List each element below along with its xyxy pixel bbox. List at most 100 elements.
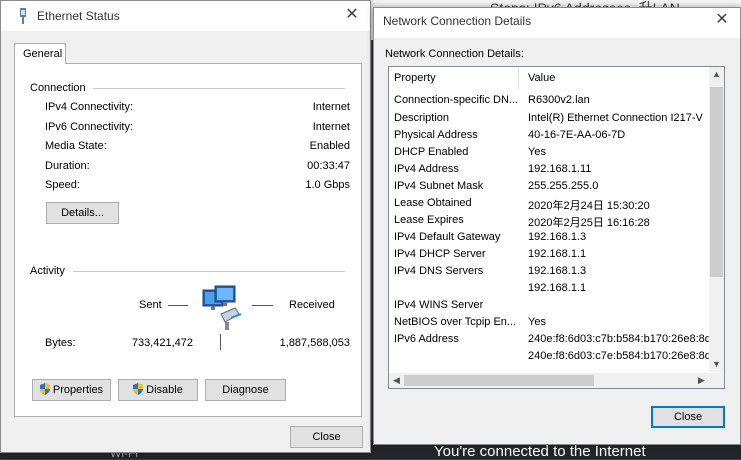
property-cell: Description — [394, 112, 450, 124]
uac-shield-icon — [39, 383, 50, 395]
value-cell: 40-16-7E-AA-06-7D — [528, 129, 626, 141]
group-divider — [73, 271, 345, 272]
table-row[interactable]: Description Intel(R) Ethernet Connection … — [389, 112, 709, 129]
tab-label: General — [23, 48, 63, 60]
property-cell: IPv4 DHCP Server — [394, 248, 486, 260]
bytes-sent-value: 733,421,472 — [131, 337, 193, 349]
bytes-divider — [220, 334, 221, 350]
table-row[interactable]: IPv4 Subnet Mask 255.255.255.0 — [389, 180, 709, 197]
received-label: Received — [289, 299, 335, 311]
window-title: Ethernet Status — [37, 9, 120, 23]
table-row[interactable]: 192.168.1.1 — [389, 282, 709, 299]
table-row[interactable]: Lease Obtained 2020年2月24日 15:30:20 — [389, 197, 709, 214]
value-cell: 2020年2月25日 16:16:28 — [528, 217, 650, 229]
value-cell: 192.168.1.3 — [528, 231, 587, 243]
property-cell: NetBIOS over Tcpip En... — [394, 316, 517, 328]
table-row[interactable]: IPv4 Default Gateway 192.168.1.3 — [389, 231, 709, 248]
ipv6-connectivity-value: Internet — [312, 121, 350, 133]
bytes-label: Bytes: — [45, 337, 76, 349]
property-cell: IPv4 Subnet Mask — [394, 180, 484, 192]
property-cell: Connection-specific DN... — [394, 94, 519, 106]
property-cell: DHCP Enabled — [394, 146, 469, 158]
property-cell: Lease Expires — [394, 214, 464, 226]
property-cell: IPv4 DNS Servers — [394, 265, 484, 277]
property-cell: IPv4 Default Gateway — [394, 231, 501, 243]
value-cell: 255.255.255.0 — [528, 180, 599, 192]
ipv4-connectivity-value: Internet — [312, 101, 350, 113]
speed-value: 1.0 Gbps — [305, 179, 350, 191]
close-button[interactable]: Close — [290, 426, 363, 448]
property-cell: IPv4 WINS Server — [394, 299, 484, 311]
table-row[interactable]: Connection-specific DN... R6300v2.lan — [389, 94, 709, 111]
table-row[interactable]: IPv6 Address 240e:f8:6d03:c7b:b584:b170:2… — [389, 333, 709, 350]
value-cell: 2020年2月24日 15:30:20 — [528, 200, 650, 212]
property-cell: IPv4 Address — [394, 163, 459, 175]
value-cell: 192.168.1.3 — [528, 265, 587, 277]
duration-value: 00:33:47 — [307, 160, 350, 172]
sent-line — [168, 305, 188, 306]
table-row[interactable]: DHCP Enabled Yes — [389, 146, 709, 163]
column-header-value[interactable]: Value — [524, 67, 708, 89]
network-computers-icon — [202, 285, 242, 330]
close-button[interactable]: Close — [651, 406, 725, 428]
table-row[interactable]: NetBIOS over Tcpip En... Yes — [389, 316, 709, 333]
speed-label: Speed: — [45, 179, 80, 191]
value-cell: 240e:f8:6d03:c7b:b584:b170:26e8:8d — [528, 333, 709, 345]
diagnose-button[interactable]: Diagnose — [205, 379, 286, 401]
properties-button[interactable]: Properties — [32, 379, 111, 401]
table-row[interactable]: IPv4 WINS Server — [389, 299, 709, 316]
table-row[interactable]: Physical Address 40-16-7E-AA-06-7D — [389, 129, 709, 146]
horizontal-scroll-thumb[interactable] — [404, 375, 594, 386]
table-row[interactable]: Lease Expires 2020年2月25日 16:16:28 — [389, 214, 709, 231]
ipv4-connectivity-label: IPv4 Connectivity: — [45, 101, 134, 113]
properties-button-label: Properties — [52, 384, 104, 396]
value-cell: Yes — [528, 146, 546, 158]
network-connection-details-window: Network Connection Details ✕ Network Con… — [373, 7, 741, 445]
connection-group-label: Connection — [30, 82, 86, 94]
value-cell: R6300v2.lan — [528, 94, 590, 106]
table-row[interactable]: IPv4 DNS Servers 192.168.1.3 — [389, 265, 709, 282]
value-cell: 192.168.1.1 — [528, 248, 587, 260]
connected-status-text: You're connected to the Internet — [434, 443, 646, 460]
general-tab-panel: Connection IPv4 Connectivity: Internet I… — [14, 63, 362, 417]
column-header-property[interactable]: Property — [389, 67, 519, 89]
scroll-corner — [709, 373, 724, 388]
vertical-scrollbar[interactable]: ▲ ▼ — [709, 67, 724, 372]
table-row[interactable]: IPv4 DHCP Server 192.168.1.1 — [389, 248, 709, 265]
sent-label: Sent — [139, 299, 162, 311]
close-icon[interactable]: ✕ — [714, 11, 730, 29]
title-bar[interactable]: Ethernet Status ✕ — [1, 1, 370, 31]
value-cell: 240e:f8:6d03:c7e:b584:b170:26e8:8d — [528, 350, 709, 362]
value-cell: Yes — [528, 316, 546, 328]
scroll-down-icon[interactable]: ▼ — [709, 357, 724, 372]
table-row[interactable]: 240e:f8:6d03:c7e:b584:b170:26e8:8d — [389, 350, 709, 367]
ethernet-status-window: Ethernet Status ✕ General Connection IPv… — [0, 0, 371, 453]
list-header: Property Value — [389, 67, 709, 91]
media-state-value: Enabled — [309, 140, 350, 152]
details-heading: Network Connection Details: — [385, 48, 524, 60]
details-button[interactable]: Details... — [46, 202, 119, 224]
ipv6-connectivity-label: IPv6 Connectivity: — [45, 121, 134, 133]
duration-label: Duration: — [45, 160, 90, 172]
disable-button[interactable]: Disable — [118, 379, 198, 401]
title-bar[interactable]: Network Connection Details ✕ — [374, 8, 740, 38]
bytes-received-value: 1,887,588,053 — [279, 337, 350, 349]
media-state-label: Media State: — [45, 140, 107, 152]
tab-general[interactable]: General — [14, 43, 66, 64]
window-title: Network Connection Details — [383, 14, 532, 28]
scroll-right-icon[interactable]: ▶ — [694, 373, 709, 388]
group-divider — [93, 88, 345, 89]
property-cell: IPv6 Address — [394, 333, 459, 345]
disable-button-label: Disable — [146, 384, 183, 396]
table-row[interactable]: IPv4 Address 192.168.1.11 — [389, 163, 709, 180]
scroll-left-icon[interactable]: ◀ — [389, 373, 404, 388]
value-cell: 192.168.1.1 — [528, 282, 587, 294]
scroll-up-icon[interactable]: ▲ — [709, 67, 724, 82]
vertical-scroll-thumb[interactable] — [710, 87, 723, 277]
received-line — [252, 305, 273, 306]
close-icon[interactable]: ✕ — [344, 6, 360, 24]
uac-shield-icon — [133, 383, 144, 395]
activity-group-label: Activity — [30, 265, 65, 277]
details-list[interactable]: Property Value Connection-specific DN...… — [388, 66, 725, 389]
horizontal-scrollbar[interactable]: ◀ ▶ — [389, 373, 709, 388]
